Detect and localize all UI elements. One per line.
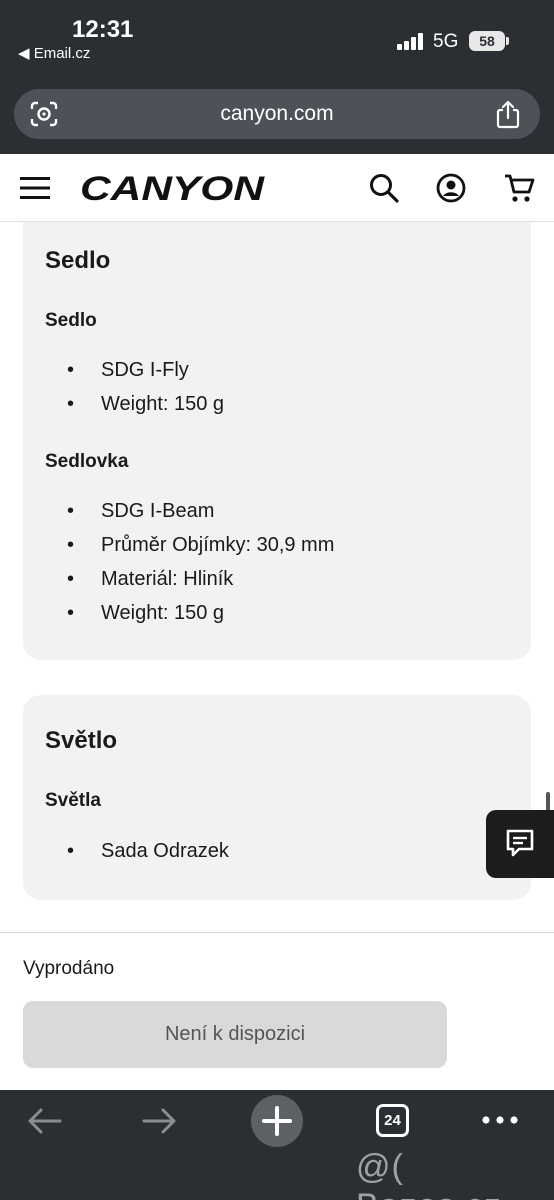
back-to-app-link[interactable]: ◀ Email.cz [18, 44, 90, 62]
url-bar[interactable]: canyon.com [14, 89, 540, 139]
logo-text: CANYON [80, 172, 266, 204]
bullet: • [67, 568, 75, 590]
spec-item: Materiál: Hliník [101, 568, 234, 590]
chat-button[interactable] [486, 810, 554, 878]
forward-arrow-icon[interactable] [142, 1106, 178, 1136]
bullet: • [67, 500, 75, 522]
url-text[interactable]: canyon.com [14, 102, 540, 126]
spec-item: SDG I-Beam [101, 500, 215, 522]
spec-card-svetlo: Světlo Světla • Sada Odrazek [23, 695, 531, 900]
search-icon[interactable] [368, 172, 400, 204]
battery-tip [506, 37, 509, 45]
spec-item: Sada Odrazek [101, 840, 229, 862]
status-bar: 12:31 ◀ Email.cz 5G 58 [0, 0, 554, 72]
group-title: Světla [45, 790, 101, 811]
spec-content: Sedlo Sedlo • SDG I-Fly • Weight: 150 g … [0, 222, 554, 932]
cart-icon[interactable] [503, 172, 535, 204]
section-title: Světlo [45, 727, 118, 754]
browser-toolbar: 24 @( Bazos.cz [0, 1090, 554, 1200]
back-arrow-icon[interactable] [26, 1106, 62, 1136]
unavailable-button[interactable]: Není k dispozici [23, 1001, 447, 1068]
section-title: Sedlo [45, 247, 111, 274]
battery-icon: 58 [469, 31, 505, 51]
spec-item: Weight: 150 g [101, 393, 225, 415]
status-time: 12:31 [72, 16, 134, 43]
group-title: Sedlo [45, 310, 97, 331]
menu-icon[interactable] [20, 176, 50, 200]
spec-item: Weight: 150 g [101, 602, 225, 624]
canyon-logo[interactable]: CANYON [80, 172, 266, 204]
share-icon[interactable] [495, 99, 521, 129]
bullet: • [67, 602, 75, 624]
watermark: @( Bazos.cz [356, 1148, 501, 1200]
purchase-panel: Vyprodáno Není k dispozici [0, 932, 554, 1090]
bullet: • [67, 393, 75, 415]
signal-icon [397, 32, 425, 50]
spec-card-sedlo: Sedlo Sedlo • SDG I-Fly • Weight: 150 g … [23, 222, 531, 660]
more-options-icon[interactable] [482, 1110, 518, 1130]
bullet: • [67, 359, 75, 381]
chat-icon [506, 829, 534, 857]
plus-icon [262, 1106, 292, 1136]
network-type: 5G [433, 31, 459, 52]
account-icon[interactable] [436, 173, 466, 203]
tab-switcher-button[interactable]: 24 [376, 1104, 409, 1137]
new-tab-button[interactable] [251, 1095, 303, 1147]
group-title: Sedlovka [45, 451, 129, 472]
spec-item: SDG I-Fly [101, 359, 189, 381]
site-header: CANYON [0, 154, 554, 222]
bullet: • [67, 534, 75, 556]
stock-status: Vyprodáno [23, 958, 115, 979]
browser-address-area: canyon.com [0, 72, 554, 154]
spec-item: Průměr Objímky: 30,9 mm [101, 534, 335, 556]
bullet: • [67, 840, 75, 862]
